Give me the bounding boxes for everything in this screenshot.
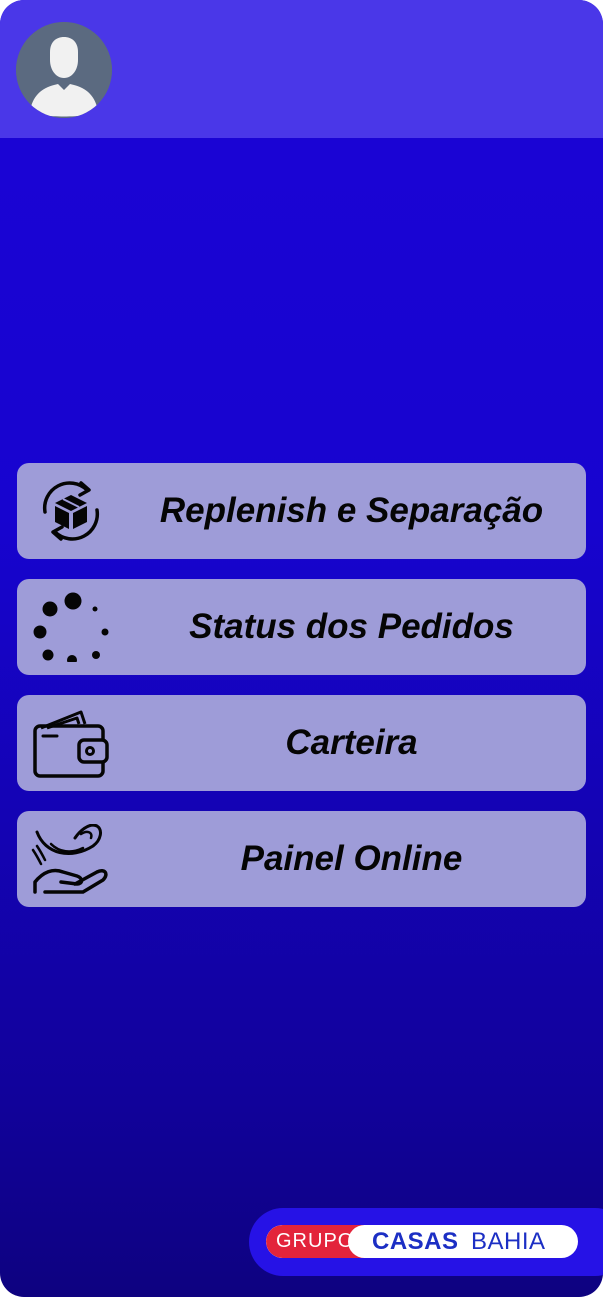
main-menu: Replenish e Separação Status dos Pedidos (17, 463, 586, 927)
menu-item-carteira[interactable]: Carteira (17, 695, 586, 791)
hand-coin-icon (31, 824, 109, 894)
box-refresh-icon (31, 476, 109, 546)
user-avatar-icon[interactable] (16, 22, 112, 118)
logo-casas-text: CASAS (372, 1228, 459, 1255)
app-screen: Replenish e Separação Status dos Pedidos (0, 0, 603, 1297)
logo-bahia-text: BAHIA (471, 1228, 546, 1255)
wallet-icon (31, 708, 109, 778)
grupo-casas-bahia-logo: GRUPO CASAS BAHIA (266, 1225, 578, 1258)
menu-item-label: Replenish e Separação (159, 491, 544, 530)
menu-item-status-pedidos[interactable]: Status dos Pedidos (17, 579, 586, 675)
loading-dots-icon (31, 592, 109, 662)
logo-divider (348, 1225, 374, 1258)
menu-item-label: Carteira (285, 723, 418, 762)
menu-item-painel-online[interactable]: Painel Online (17, 811, 586, 907)
menu-item-replenish[interactable]: Replenish e Separação (17, 463, 586, 559)
menu-item-label: Painel Online (240, 839, 463, 878)
app-header (0, 0, 603, 138)
menu-item-label: Status dos Pedidos (189, 607, 514, 646)
